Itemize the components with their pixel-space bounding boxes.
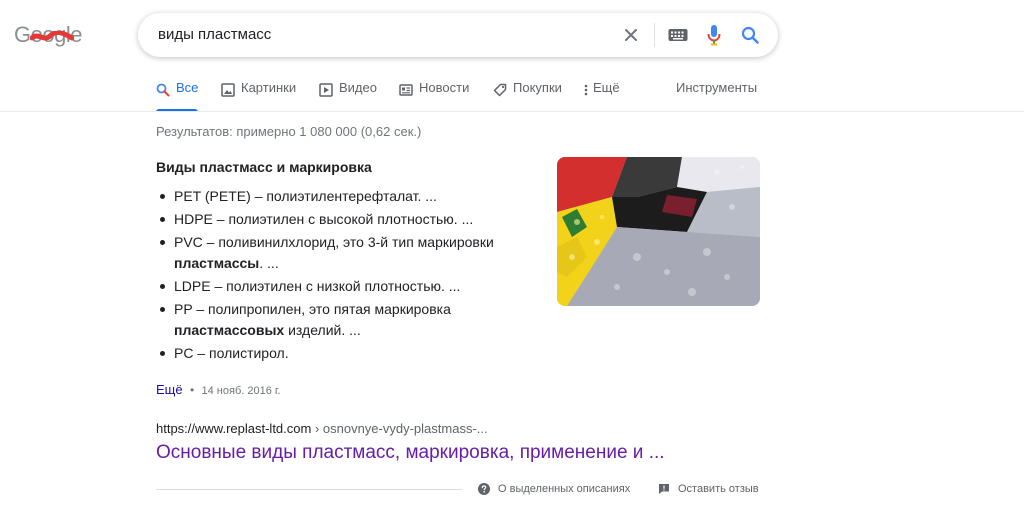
list-item: PVC – поливинилхлорид, это 3-й тип марки… [160, 232, 544, 274]
list-item-text: PP – полипропилен, это пятая маркировка [174, 301, 451, 317]
list-item-text: изделий. ... [284, 322, 361, 338]
feedback-label: Оставить отзыв [678, 483, 759, 495]
tab-video[interactable]: Видео [319, 80, 377, 112]
snippet-date: 14 нояб. 2016 г. [201, 385, 281, 397]
about-snippets-label: О выделенных описаниях [498, 483, 631, 495]
tab-label: Все [176, 80, 199, 95]
list-item: PET (PETE) – полиэтилентерефталат. ... [160, 186, 544, 207]
about-snippets-button[interactable]: О выделенных описаниях [478, 481, 630, 497]
list-item-bold: пластмассовых [174, 322, 285, 338]
news-icon [399, 83, 413, 97]
tab-label: Новости [419, 80, 470, 95]
list-item-text: LDPE – полиэтилен с низкой плотностью. .… [174, 278, 461, 294]
footer-divider [156, 489, 462, 490]
tools-button[interactable]: Инструменты [676, 80, 757, 112]
tab-images[interactable]: Картинки [221, 80, 296, 112]
result-domain: https://www.replast-ltd.com [156, 421, 312, 436]
snippet-more-row: Ещё • 14 нояб. 2016 г. [156, 382, 281, 397]
tab-label: Покупки [513, 80, 562, 95]
more-link[interactable]: Ещё [156, 382, 183, 397]
search-submit-icon[interactable] [738, 23, 762, 47]
list-item: PC – полистирол. [160, 343, 544, 364]
snippet-list: PET (PETE) – полиэтилентерефталат. ... H… [156, 186, 544, 366]
logo-scribble [30, 31, 74, 41]
list-item: HDPE – полиэтилен с высокой плотностью. … [160, 209, 544, 230]
keyboard-icon[interactable] [666, 23, 690, 47]
list-item-text: PVC – поливинилхлорид, это 3-й тип марки… [174, 234, 494, 250]
tab-label: Видео [339, 80, 377, 95]
tab-all[interactable]: Все [156, 80, 198, 112]
search-input[interactable] [158, 13, 598, 57]
result-stats: Результатов: примерно 1 080 000 (0,62 се… [156, 124, 422, 139]
list-item: LDPE – полиэтилен с низкой плотностью. .… [160, 276, 544, 297]
search-icon [156, 83, 170, 97]
tab-label: Ещё [593, 80, 620, 95]
header-divider [0, 111, 1024, 112]
tab-label: Картинки [241, 80, 297, 95]
plastic-pellets-image[interactable] [557, 157, 760, 306]
search-divider [654, 23, 655, 47]
google-logo[interactable]: Google [14, 22, 90, 50]
tag-icon [493, 83, 507, 97]
image-icon [221, 83, 235, 97]
search-box [138, 13, 778, 57]
tab-news[interactable]: Новости [399, 80, 469, 112]
list-item-text: HDPE – полиэтилен с высокой плотностью. … [174, 211, 474, 227]
list-item-text: PC – полистирол. [174, 345, 289, 361]
list-item: PP – полипропилен, это пятая маркировка … [160, 299, 544, 341]
result-breadcrumb: › osnovnye-vydy-plastmass-... [311, 421, 488, 436]
result-url: https://www.replast-ltd.com › osnovnye-v… [156, 421, 488, 436]
feedback-button[interactable]: Оставить отзыв [658, 481, 759, 497]
feedback-icon [658, 483, 670, 495]
tab-shopping[interactable]: Покупки [493, 80, 562, 112]
more-vert-icon [584, 83, 588, 97]
snippet-title: Виды пластмасс и маркировка [156, 159, 372, 175]
tools-label: Инструменты [676, 80, 758, 95]
separator-dot: • [189, 383, 195, 397]
help-icon [478, 483, 490, 495]
microphone-icon[interactable] [702, 23, 726, 47]
pellets-illustration [557, 157, 760, 306]
video-icon [319, 83, 333, 97]
list-item-text: PET (PETE) – полиэтилентерефталат. ... [174, 188, 437, 204]
clear-icon[interactable] [619, 23, 643, 47]
result-title-link[interactable]: Основные виды пластмасс, маркировка, при… [156, 442, 665, 464]
list-item-bold: пластмассы [174, 255, 260, 271]
list-item-text: . ... [259, 255, 279, 271]
tab-more[interactable]: Ещё [584, 80, 620, 112]
